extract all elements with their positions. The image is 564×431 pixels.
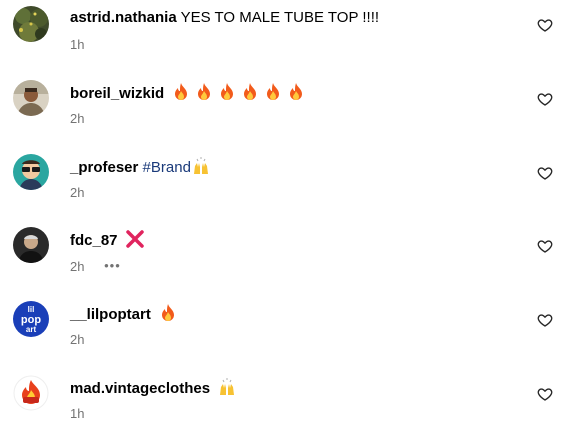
- comment-username[interactable]: _profeser: [70, 159, 138, 176]
- like-heart-icon[interactable]: [537, 17, 553, 33]
- cross-mark-icon: [125, 229, 145, 249]
- avatar[interactable]: lil pop art: [13, 301, 49, 337]
- raising-hands-icon: [217, 377, 237, 397]
- logo-text: art: [26, 325, 37, 334]
- comment-username[interactable]: boreil_wizkid: [70, 85, 164, 102]
- comment-meta: 1h: [70, 406, 84, 422]
- comment-time[interactable]: 1h: [70, 37, 84, 52]
- comment-meta: 1h: [70, 37, 84, 53]
- comment-time[interactable]: 2h: [70, 185, 84, 200]
- hashtag-link[interactable]: #Brand: [143, 159, 191, 176]
- avatar-lil-pop-art-logo-icon: lil pop art: [13, 301, 49, 337]
- like-heart-icon[interactable]: [537, 165, 553, 181]
- comment-line: __lilpoptart: [70, 303, 178, 325]
- avatar[interactable]: [13, 80, 49, 116]
- avatar-greenery-icon: [13, 6, 49, 42]
- comment-line: _profeser #Brand: [70, 156, 211, 178]
- fire-icon: [240, 82, 260, 102]
- comment-meta: 2h •••: [70, 258, 121, 275]
- like-heart-icon[interactable]: [537, 312, 553, 328]
- comment-meta: 2h: [70, 185, 84, 201]
- avatar-cartoon-icon: [13, 154, 49, 190]
- comment-meta: 2h: [70, 332, 84, 348]
- comment-item: mad.vintageclothes 1h: [0, 369, 564, 429]
- avatar-flame-logo-icon: [13, 375, 49, 411]
- fire-icon: [217, 82, 237, 102]
- comment-line: mad.vintageclothes: [70, 377, 237, 399]
- comment-line: boreil_wizkid: [70, 82, 306, 104]
- comment-line: astrid.nathania YES TO MALE TUBE TOP !!!…: [70, 8, 379, 28]
- avatar-person-icon: [13, 80, 49, 116]
- fire-icon: [194, 82, 214, 102]
- avatar[interactable]: [13, 154, 49, 190]
- comment-username[interactable]: __lilpoptart: [70, 306, 151, 323]
- comment-username[interactable]: mad.vintageclothes: [70, 380, 210, 397]
- comment-item: astrid.nathania YES TO MALE TUBE TOP !!!…: [0, 0, 564, 60]
- avatar[interactable]: [13, 375, 49, 411]
- comment-item: _profeser #Brand 2h: [0, 148, 564, 208]
- avatar[interactable]: [13, 227, 49, 263]
- avatar[interactable]: [13, 6, 49, 42]
- comment-time[interactable]: 2h: [70, 332, 84, 347]
- comment-username[interactable]: astrid.nathania: [70, 9, 177, 26]
- comment-item: fdc_87 2h •••: [0, 221, 564, 281]
- comment-time[interactable]: 1h: [70, 406, 84, 421]
- like-heart-icon[interactable]: [537, 238, 553, 254]
- fire-icon: [158, 303, 178, 323]
- more-options-button[interactable]: •••: [104, 258, 121, 274]
- comment-line: fdc_87: [70, 229, 145, 251]
- comment-time[interactable]: 2h: [70, 259, 84, 274]
- avatar-person-dark-icon: [13, 227, 49, 263]
- fire-icon: [286, 82, 306, 102]
- like-heart-icon[interactable]: [537, 386, 553, 402]
- comment-meta: 2h: [70, 111, 84, 127]
- like-heart-icon[interactable]: [537, 91, 553, 107]
- comment-item: lil pop art __lilpoptart 2h: [0, 295, 564, 355]
- comment-username[interactable]: fdc_87: [70, 232, 118, 249]
- logo-text: lil: [28, 305, 35, 314]
- comment-text: YES TO MALE TUBE TOP !!!!: [180, 9, 380, 26]
- fire-icon: [171, 82, 191, 102]
- comment-time[interactable]: 2h: [70, 111, 84, 126]
- comment-item: boreil_wizkid 2h: [0, 74, 564, 134]
- raising-hands-icon: [191, 156, 211, 176]
- fire-icon: [263, 82, 283, 102]
